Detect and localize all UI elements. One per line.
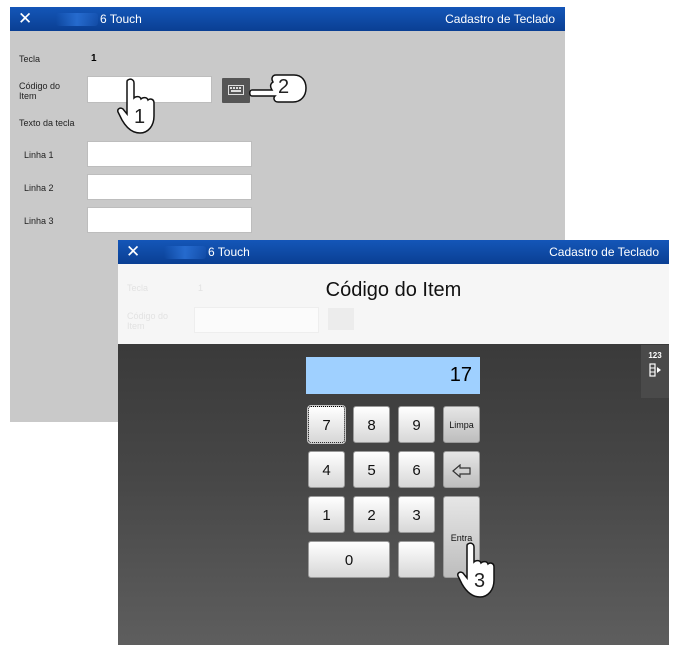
app-name: 6 Touch bbox=[100, 12, 142, 26]
app-name: 6 Touch bbox=[208, 245, 250, 259]
keypad-window: ✕ 6 Touch Cadastro de Teclado Tecla 1 Có… bbox=[118, 240, 669, 645]
codigo-label: Código do Item bbox=[19, 81, 61, 101]
close-icon[interactable]: ✕ bbox=[18, 8, 32, 30]
linha3-label: Linha 3 bbox=[24, 216, 54, 226]
linha2-label: Linha 2 bbox=[24, 183, 54, 193]
key-4[interactable]: 4 bbox=[308, 451, 345, 488]
keyboard-mode-tab[interactable]: 123 bbox=[641, 345, 669, 398]
ghost-codigo-label: Código do Item bbox=[127, 311, 169, 331]
hand-pointer-icon-2: 2 bbox=[249, 72, 308, 104]
hand-pointer-icon-3: 3 bbox=[457, 542, 508, 602]
step-3-number: 3 bbox=[474, 570, 486, 592]
blank-key[interactable] bbox=[398, 541, 435, 578]
ghost-keyboard-icon bbox=[328, 308, 354, 330]
key-0[interactable]: 0 bbox=[308, 541, 390, 578]
logo bbox=[164, 246, 206, 259]
ghost-codigo-field bbox=[194, 307, 319, 333]
close-icon[interactable]: ✕ bbox=[126, 241, 140, 263]
clear-button[interactable]: Limpa bbox=[443, 406, 480, 443]
tecla-value: 1 bbox=[91, 53, 97, 64]
dialog-title: Código do Item bbox=[325, 279, 462, 301]
logo bbox=[56, 13, 98, 26]
backspace-button[interactable] bbox=[443, 451, 480, 488]
key-9[interactable]: 9 bbox=[398, 406, 435, 443]
step-2-number: 2 bbox=[278, 76, 290, 98]
numeric-keypad: 17 123 7 8 9 Limpa 4 5 6 1 2 3 Entra 0 bbox=[118, 344, 669, 645]
hand-pointer-icon-1: 1 bbox=[117, 78, 168, 138]
key-2[interactable]: 2 bbox=[353, 496, 390, 533]
panel-toggle-icon bbox=[649, 363, 661, 377]
value-display: 17 bbox=[306, 357, 480, 394]
keyboard-button[interactable] bbox=[222, 78, 250, 103]
step-1-number: 1 bbox=[134, 106, 146, 128]
key-3[interactable]: 3 bbox=[398, 496, 435, 533]
key-8[interactable]: 8 bbox=[353, 406, 390, 443]
screen-title: Cadastro de Teclado bbox=[549, 245, 659, 259]
screen-title: Cadastro de Teclado bbox=[445, 12, 555, 26]
key-1[interactable]: 1 bbox=[308, 496, 345, 533]
linha3-field[interactable] bbox=[87, 207, 252, 233]
texto-tecla-label: Texto da tecla bbox=[19, 118, 75, 128]
title-bar: ✕ 6 Touch Cadastro de Teclado bbox=[118, 240, 669, 264]
linha1-field[interactable] bbox=[87, 141, 252, 167]
keyboard-icon bbox=[228, 85, 244, 95]
key-5[interactable]: 5 bbox=[353, 451, 390, 488]
tecla-label: Tecla bbox=[19, 54, 41, 64]
backspace-arrow-icon bbox=[451, 463, 471, 479]
linha1-label: Linha 1 bbox=[24, 150, 54, 160]
key-7[interactable]: 7 bbox=[307, 405, 346, 444]
title-bar: ✕ 6 Touch Cadastro de Teclado bbox=[10, 7, 565, 31]
keyboard-mode-label: 123 bbox=[648, 351, 662, 360]
linha2-field[interactable] bbox=[87, 174, 252, 200]
key-6[interactable]: 6 bbox=[398, 451, 435, 488]
